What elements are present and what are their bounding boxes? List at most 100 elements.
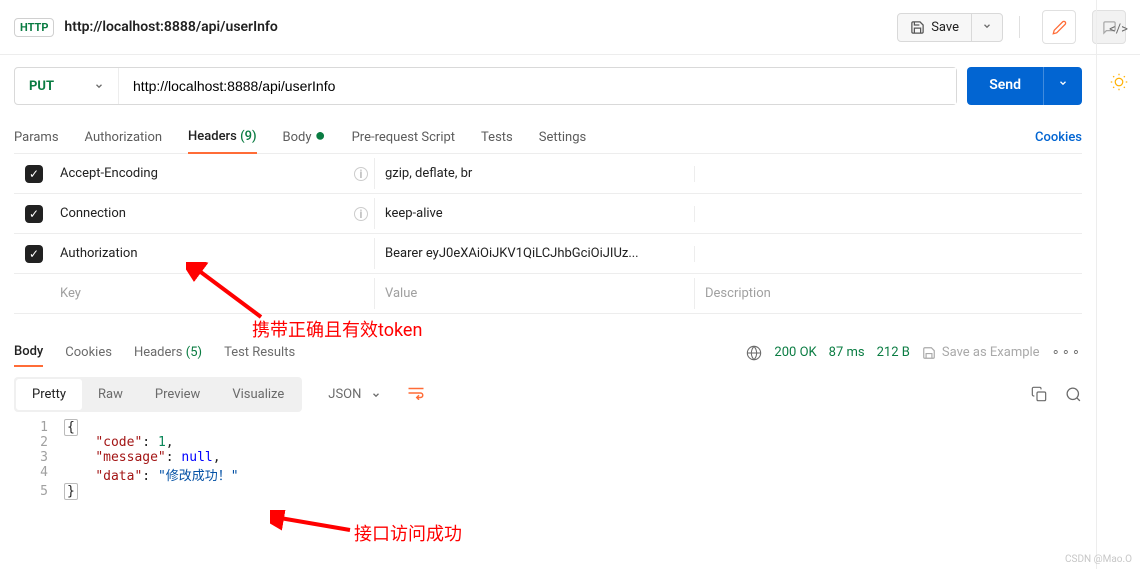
header-desc	[694, 246, 1082, 262]
header-value-placeholder[interactable]: Value	[374, 278, 694, 309]
pencil-icon	[1052, 20, 1067, 35]
table-row[interactable]: Key Value Description	[14, 274, 1082, 314]
idea-icon[interactable]	[1110, 73, 1128, 91]
body-modified-dot: ●	[315, 125, 326, 146]
tab-settings[interactable]: Settings	[539, 122, 586, 153]
edit-button[interactable]	[1042, 10, 1076, 44]
header-value: Bearer eyJ0eXAiOiJKV1QiLCJhbGciOiJIUz...	[374, 238, 694, 269]
globe-icon[interactable]	[746, 345, 762, 361]
method-value: PUT	[29, 79, 54, 94]
rtab-body[interactable]: Body	[14, 338, 43, 367]
cookies-link[interactable]: Cookies	[1035, 130, 1082, 145]
tab-body-label: Body	[283, 130, 312, 145]
checkbox-checked[interactable]: ✓	[25, 165, 43, 183]
header-value: keep-alive	[374, 198, 694, 229]
tab-tests[interactable]: Tests	[481, 122, 513, 153]
view-pretty[interactable]: Pretty	[16, 379, 82, 410]
save-button-group: Save	[897, 13, 1003, 42]
line-number: 3	[14, 450, 64, 465]
rtab-testresults[interactable]: Test Results	[224, 339, 295, 366]
save-example-label: Save as Example	[942, 345, 1040, 360]
header-desc	[694, 206, 1082, 222]
view-visualize[interactable]: Visualize	[216, 379, 300, 410]
status-code: 200 OK	[774, 345, 816, 360]
view-options: Pretty Raw Preview Visualize JSON	[14, 377, 1082, 412]
brace-close: }	[64, 483, 78, 500]
line-number: 1	[14, 420, 64, 435]
response-body[interactable]: 1{ 2 "code": 1, 3 "message": null, 4 "da…	[14, 420, 1082, 499]
chevron-down-icon	[1058, 78, 1068, 88]
info-icon[interactable]: i	[354, 167, 368, 181]
checkbox-checked[interactable]: ✓	[25, 205, 43, 223]
send-button-group: Send	[967, 67, 1082, 105]
view-preview[interactable]: Preview	[139, 379, 216, 410]
wrap-button[interactable]	[401, 380, 431, 410]
more-button[interactable]: ∘∘∘	[1052, 345, 1082, 360]
format-value: JSON	[328, 387, 361, 402]
method-select[interactable]: PUT	[15, 68, 119, 104]
format-select[interactable]: JSON	[318, 381, 391, 408]
chevron-down-icon	[94, 81, 104, 91]
send-button[interactable]: Send	[967, 67, 1043, 105]
header-key: Authorization	[60, 246, 138, 261]
rtab-headers-count: (5)	[186, 345, 202, 360]
json-value: null	[181, 450, 212, 465]
tab-body[interactable]: Body ●	[283, 122, 326, 153]
info-icon[interactable]: i	[354, 207, 368, 221]
line-number: 4	[14, 465, 64, 484]
tab-headers-count: (9)	[240, 129, 256, 144]
method-url-bar: PUT	[14, 67, 957, 105]
rtab-headers[interactable]: Headers (5)	[134, 339, 202, 366]
url-input[interactable]	[119, 68, 956, 104]
save-icon	[922, 346, 936, 360]
annotation-text: 接口访问成功	[354, 520, 462, 546]
http-badge: HTTP	[14, 18, 54, 37]
json-value: "修改成功！"	[158, 469, 239, 484]
send-dropdown[interactable]	[1043, 67, 1082, 105]
json-value: 1	[158, 435, 166, 450]
annotation-text: 携带正确且有效token	[252, 316, 422, 342]
table-row[interactable]: ✓ Authorization Bearer eyJ0eXAiOiJKV1QiL…	[14, 234, 1082, 274]
header-key: Connection	[60, 206, 126, 221]
rtab-headers-label: Headers	[134, 345, 183, 360]
response-tabs: Body Cookies Headers (5) Test Results 20…	[14, 338, 1082, 367]
checkbox-checked[interactable]: ✓	[25, 245, 43, 263]
tab-headers[interactable]: Headers (9)	[188, 121, 256, 154]
save-example-button[interactable]: Save as Example	[922, 345, 1040, 360]
status-time: 87 ms	[829, 345, 865, 360]
wrap-icon	[407, 386, 425, 400]
brace-open: {	[64, 419, 78, 436]
headers-table: ✓ Accept-Encodingi gzip, deflate, br ✓ C…	[14, 154, 1082, 314]
watermark: CSDN @Mao.O	[1065, 554, 1132, 565]
copy-icon[interactable]	[1031, 386, 1047, 402]
table-row[interactable]: ✓ Connection i keep-alive	[14, 194, 1082, 234]
tab-authorization[interactable]: Authorization	[85, 122, 163, 153]
divider	[1019, 16, 1020, 38]
save-label: Save	[931, 20, 959, 35]
annotation-arrow-icon	[186, 262, 266, 322]
save-button[interactable]: Save	[898, 14, 972, 41]
view-raw[interactable]: Raw	[82, 379, 139, 410]
tab-prerequest[interactable]: Pre-request Script	[352, 122, 455, 153]
json-key: "code"	[95, 435, 142, 450]
annotation-arrow-icon	[270, 510, 355, 538]
request-tabs: Params Authorization Headers (9) Body ● …	[14, 121, 1082, 154]
status-area: 200 OK 87 ms 212 B Save as Example ∘∘∘	[746, 345, 1082, 361]
header-desc	[694, 166, 1082, 182]
save-dropdown[interactable]	[972, 14, 1002, 41]
header-desc-placeholder[interactable]: Description	[694, 278, 1082, 309]
json-key: "data"	[95, 469, 142, 484]
line-number: 2	[14, 435, 64, 450]
line-number: 5	[14, 484, 64, 499]
save-icon	[910, 20, 925, 35]
tab-headers-label: Headers	[188, 129, 237, 144]
search-icon[interactable]	[1065, 386, 1082, 403]
page-title: http://localhost:8888/api/userInfo	[64, 19, 887, 35]
tab-params[interactable]: Params	[14, 122, 59, 153]
chevron-down-icon	[982, 21, 992, 31]
json-key: "message"	[95, 450, 165, 465]
code-icon[interactable]: </>	[1109, 22, 1128, 37]
table-row[interactable]: ✓ Accept-Encodingi gzip, deflate, br	[14, 154, 1082, 194]
header-value: gzip, deflate, br	[374, 158, 694, 189]
rtab-cookies[interactable]: Cookies	[65, 339, 112, 366]
